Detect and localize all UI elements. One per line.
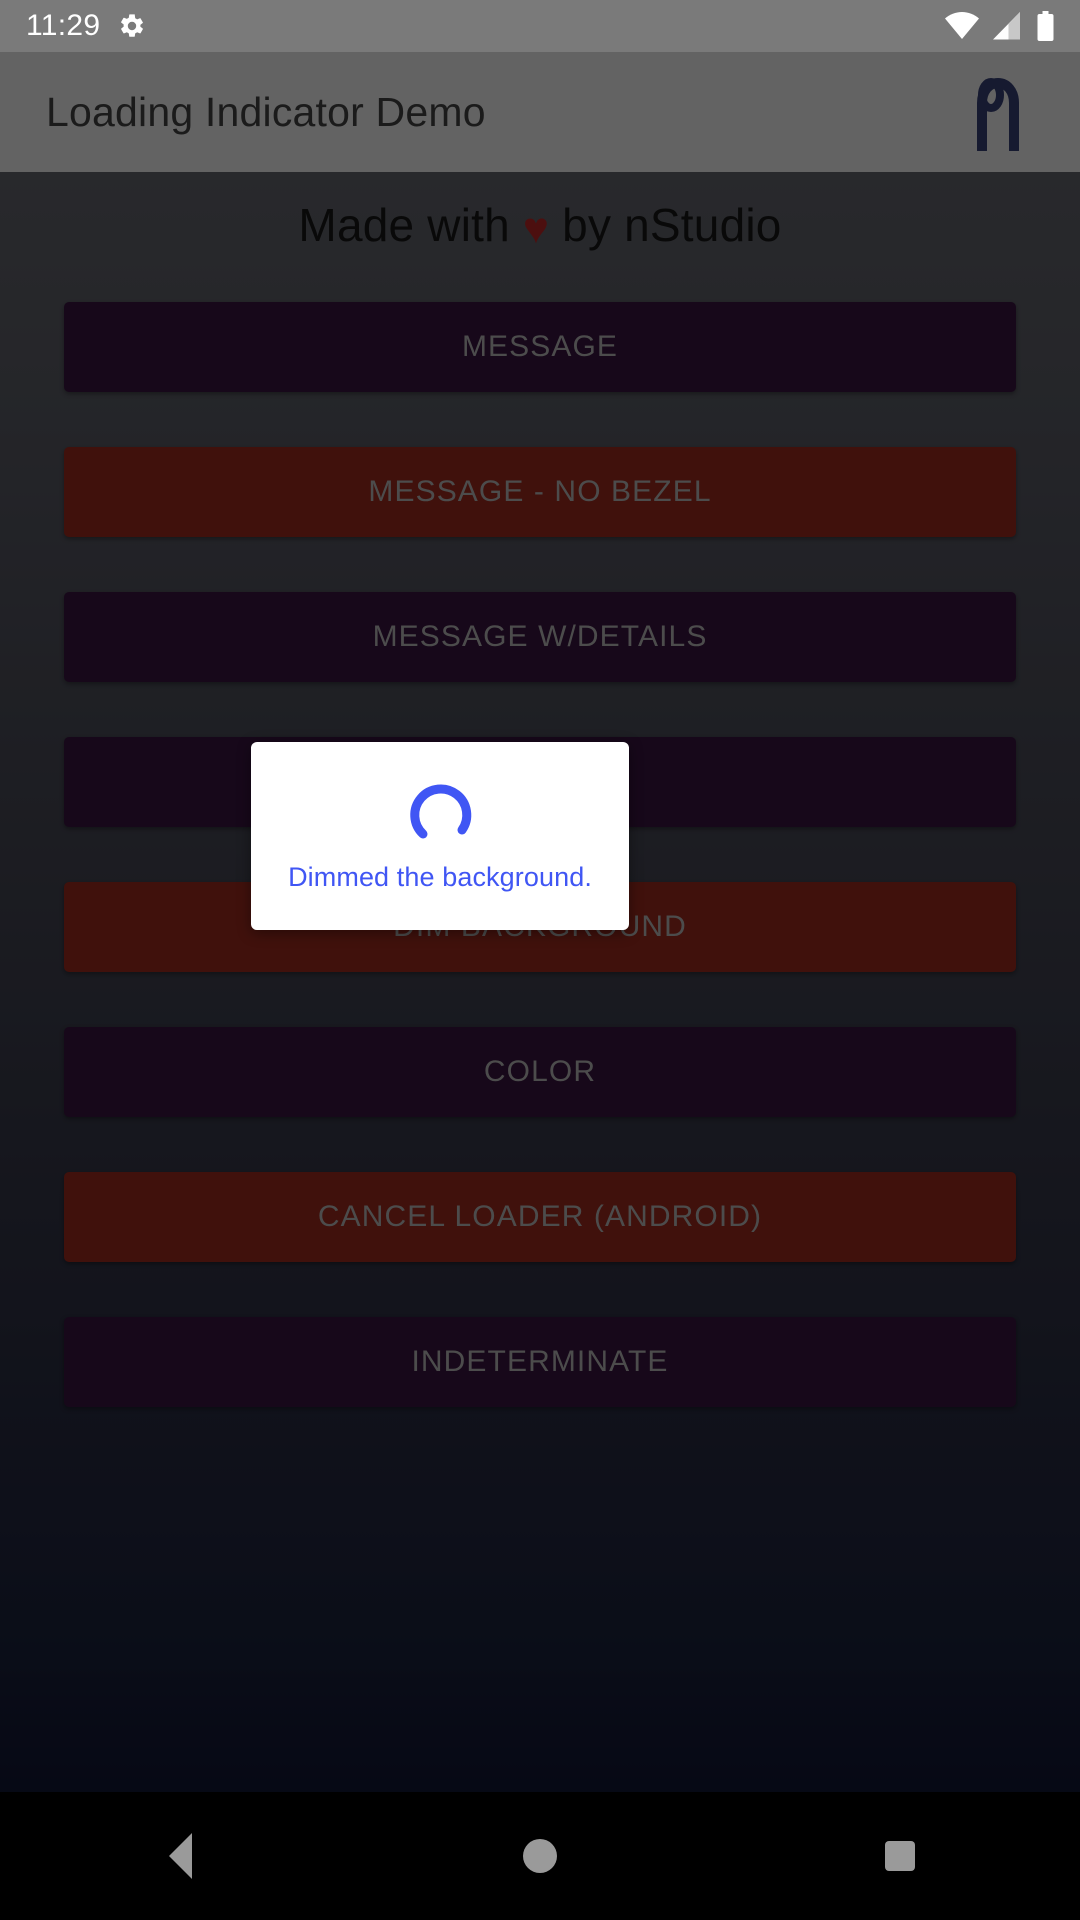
- button-label: COLOR: [483, 1055, 597, 1088]
- headline-suffix: by nStudio: [562, 199, 782, 251]
- button-message-no-bezel[interactable]: MESSAGE - NO BEZEL: [64, 447, 1016, 537]
- phone-screen: 11:29 Loading Indicator Demo Made with ♥…: [0, 0, 1080, 1920]
- button-message[interactable]: MESSAGE: [64, 302, 1016, 392]
- headline-prefix: Made with: [298, 199, 510, 251]
- main-content: Made with ♥ by nStudio MESSAGE MESSAGE -…: [0, 172, 1080, 1820]
- page-title: Loading Indicator Demo: [46, 88, 486, 135]
- button-label: INDETERMINATE: [411, 1345, 669, 1378]
- button-indeterminate[interactable]: INDETERMINATE: [64, 1317, 1016, 1407]
- nstudio-logo-icon[interactable]: [964, 72, 1034, 152]
- status-bar-left: 11:29: [26, 9, 146, 43]
- button-label: MESSAGE - NO BEZEL: [368, 475, 712, 508]
- button-label: CANCEL LOADER (ANDROID): [317, 1200, 763, 1233]
- heart-icon: ♥: [522, 204, 550, 253]
- wifi-icon: [945, 12, 979, 40]
- loading-dialog: Dimmed the background.: [251, 742, 629, 930]
- status-bar-right: [945, 11, 1054, 41]
- dialog-message: Dimmed the background.: [288, 862, 592, 892]
- button-message-w-details[interactable]: MESSAGE W/DETAILS: [64, 592, 1016, 682]
- loading-spinner-icon: [401, 768, 479, 846]
- status-bar: 11:29: [0, 0, 1080, 52]
- back-triangle-icon[interactable]: [110, 1792, 250, 1920]
- status-time: 11:29: [26, 9, 101, 42]
- battery-icon: [1037, 11, 1054, 41]
- button-label: MESSAGE W/DETAILS: [372, 620, 708, 653]
- cell-signal-icon: [993, 12, 1023, 40]
- gear-icon: [118, 12, 146, 40]
- android-nav-bar: [0, 1792, 1080, 1920]
- action-bar: Loading Indicator Demo: [0, 52, 1080, 172]
- home-circle-icon[interactable]: [470, 1792, 610, 1920]
- recent-apps-square-icon[interactable]: [830, 1792, 970, 1920]
- button-label: MESSAGE: [461, 330, 619, 363]
- button-cancel-loader-android[interactable]: CANCEL LOADER (ANDROID): [64, 1172, 1016, 1262]
- headline: Made with ♥ by nStudio: [0, 198, 1080, 254]
- button-color[interactable]: COLOR: [64, 1027, 1016, 1117]
